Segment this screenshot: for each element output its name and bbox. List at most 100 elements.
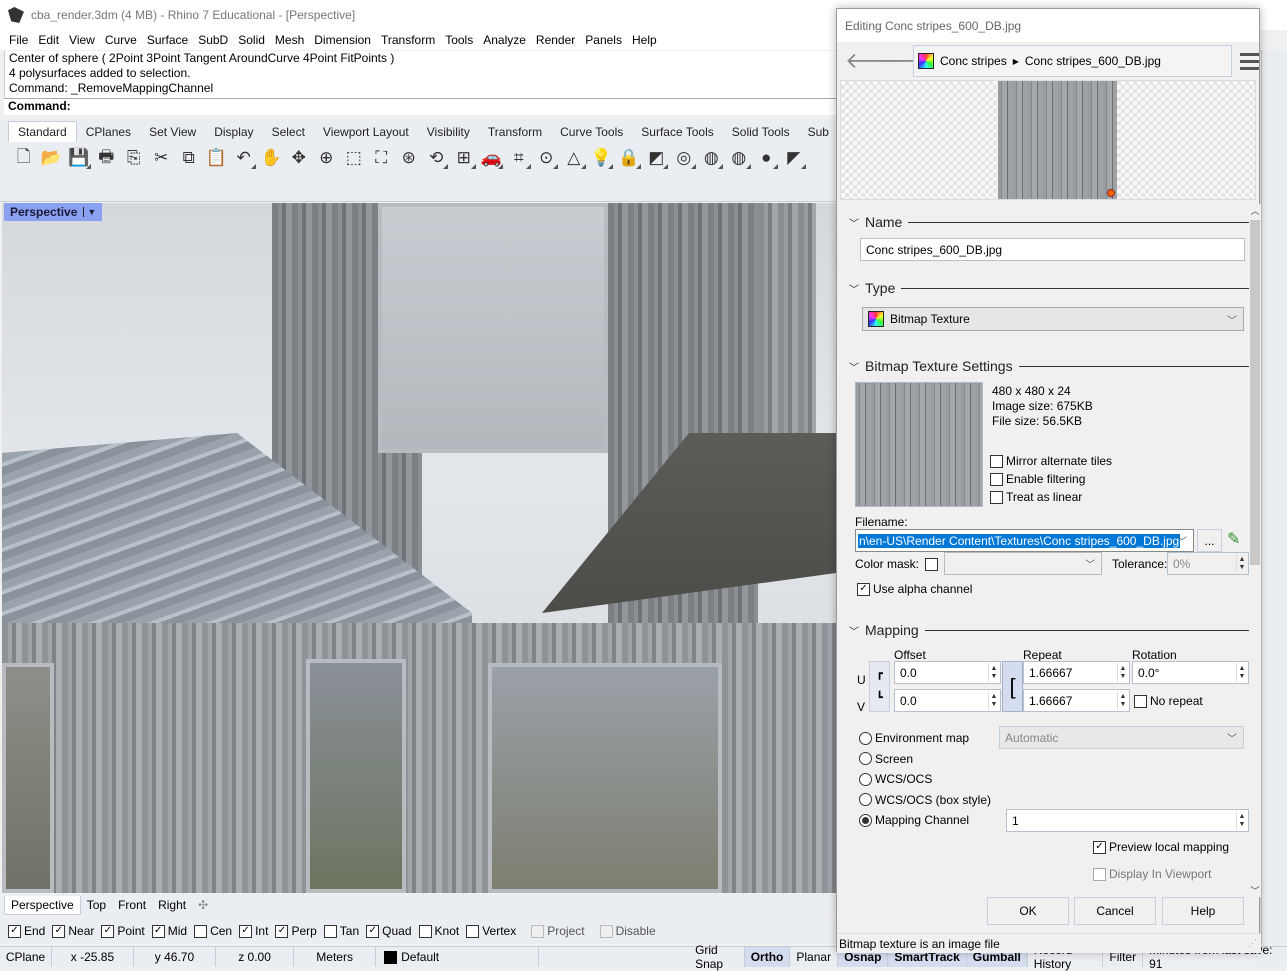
- type-select[interactable]: Bitmap Texture ﹀: [862, 307, 1244, 331]
- osnap-int[interactable]: ✓ Int: [239, 924, 268, 938]
- toolbar-tab-curve-tools[interactable]: Curve Tools: [551, 122, 632, 142]
- osnap-checkbox[interactable]: [599, 924, 613, 938]
- scroll-down-icon[interactable]: ﹀: [1249, 884, 1261, 897]
- projection-mapping-channel[interactable]: Mapping Channel: [859, 813, 969, 827]
- breadcrumb-parent[interactable]: Conc stripes: [940, 54, 1007, 68]
- filename-field[interactable]: n\en-US\Render Content\Textures\Conc str…: [855, 529, 1194, 552]
- scrollbar-thumb[interactable]: [1250, 220, 1260, 565]
- undo-icon[interactable]: ↶: [230, 145, 258, 171]
- projection-wcs-ocs-box-style-[interactable]: WCS/OCS (box style): [859, 793, 991, 807]
- render-icon[interactable]: ◤: [780, 145, 808, 171]
- option-checkbox[interactable]: [990, 472, 1003, 486]
- toolbar-tab-sub[interactable]: Sub: [799, 122, 838, 142]
- ok-button[interactable]: OK: [987, 897, 1069, 925]
- bitmap-thumbnail[interactable]: [855, 382, 983, 507]
- forward-arrow-icon[interactable]: 🡒: [879, 48, 938, 74]
- osnap-checkbox[interactable]: [466, 924, 480, 938]
- rotate-view-icon[interactable]: ✥: [285, 145, 313, 171]
- snap-point-icon[interactable]: ⊙: [533, 145, 561, 171]
- new-file-icon[interactable]: 🗋: [10, 145, 38, 171]
- menu-help[interactable]: Help: [627, 33, 662, 47]
- menu-subd[interactable]: SubD: [193, 33, 233, 47]
- zoom-extents-icon[interactable]: ⛶: [368, 145, 396, 171]
- projection-radio[interactable]: [859, 793, 872, 806]
- projection-radio[interactable]: [859, 813, 872, 827]
- open-folder-icon[interactable]: 📂: [38, 145, 66, 171]
- option-mirror-alternate-tiles[interactable]: Mirror alternate tiles: [990, 454, 1112, 468]
- preview-options-icon[interactable]: [1107, 189, 1115, 197]
- osnap-checkbox[interactable]: ✓: [239, 924, 253, 938]
- add-viewport-tab-icon[interactable]: ✣: [192, 896, 214, 914]
- save-icon[interactable]: 💾: [65, 145, 93, 171]
- perspective-viewport[interactable]: [2, 203, 836, 893]
- toggle-grid-snap[interactable]: Grid Snap: [689, 943, 745, 971]
- toolbar-tab-cplanes[interactable]: CPlanes: [77, 122, 140, 142]
- osnap-checkbox[interactable]: ✓: [151, 924, 165, 938]
- tolerance-field[interactable]: 0% ▲ ▼: [1167, 552, 1249, 575]
- toolbar-tab-set-view[interactable]: Set View: [140, 122, 205, 142]
- section-mapping-header[interactable]: ﹀ Mapping: [849, 622, 1249, 638]
- offset-v-field[interactable]: 0.0 ▲ ▼: [894, 689, 1001, 712]
- toolbar-tab-viewport-layout[interactable]: Viewport Layout: [314, 122, 418, 142]
- osnap-checkbox[interactable]: [323, 924, 337, 938]
- color-mask-checkbox[interactable]: [925, 557, 939, 571]
- zoom-window-icon[interactable]: ⬚: [340, 145, 368, 171]
- projection-wcs-ocs[interactable]: WCS/OCS: [859, 772, 932, 786]
- repeat-v-field[interactable]: 1.66667 ▲ ▼: [1023, 689, 1130, 712]
- resize-grip-icon[interactable]: ⋰: [1248, 938, 1257, 949]
- menu-edit[interactable]: Edit: [33, 33, 64, 47]
- menu-view[interactable]: View: [64, 33, 100, 47]
- print-icon[interactable]: 🖶: [93, 145, 121, 171]
- projection-radio[interactable]: [859, 752, 872, 765]
- osnap-perp[interactable]: ✓ Perp: [275, 924, 317, 938]
- osnap-checkbox[interactable]: [194, 924, 208, 938]
- units-indicator[interactable]: Meters: [294, 947, 377, 967]
- osnap-checkbox[interactable]: ✓: [101, 924, 115, 938]
- menu-tools[interactable]: Tools: [440, 33, 478, 47]
- no-repeat-row[interactable]: No repeat: [1134, 694, 1203, 708]
- copy-icon[interactable]: ⧉: [175, 145, 203, 171]
- cplane-indicator[interactable]: CPlane: [0, 947, 52, 967]
- menu-transform[interactable]: Transform: [376, 33, 440, 47]
- four-viewports-icon[interactable]: ⊞: [450, 145, 478, 171]
- section-name-header[interactable]: ﹀ Name: [849, 214, 1249, 230]
- object-properties-icon[interactable]: △: [560, 145, 588, 171]
- toolbar-tab-surface-tools[interactable]: Surface Tools: [632, 122, 723, 142]
- toolbar-tab-select[interactable]: Select: [263, 122, 314, 142]
- use-alpha-checkbox[interactable]: ✓: [857, 582, 870, 596]
- toolbar-tab-standard[interactable]: Standard: [8, 121, 77, 142]
- menu-analyze[interactable]: Analyze: [478, 33, 531, 47]
- menu-mesh[interactable]: Mesh: [270, 33, 309, 47]
- no-repeat-checkbox[interactable]: [1134, 694, 1147, 708]
- menu-render[interactable]: Render: [531, 33, 580, 47]
- cut-icon[interactable]: ✂: [148, 145, 176, 171]
- osnap-vertex[interactable]: Vertex: [466, 924, 516, 938]
- toolbar-tab-transform[interactable]: Transform: [479, 122, 551, 142]
- spinner-icon[interactable]: ▲ ▼: [988, 691, 999, 710]
- toggle-ortho[interactable]: Ortho: [744, 947, 791, 967]
- osnap-end[interactable]: ✓ End: [8, 924, 45, 938]
- lock-icon[interactable]: 🔒: [615, 145, 643, 171]
- back-arrow-icon[interactable]: 🡐: [845, 48, 904, 74]
- undo-view-icon[interactable]: ⟲: [423, 145, 451, 171]
- toggle-planar[interactable]: Planar: [790, 947, 839, 967]
- osnap-quad[interactable]: ✓ Quad: [366, 924, 412, 938]
- chevron-down-icon[interactable]: ﹀: [1177, 533, 1187, 548]
- display-in-viewport-checkbox[interactable]: [1093, 867, 1106, 881]
- osnap-checkbox[interactable]: ✓: [366, 924, 380, 938]
- repeat-u-field[interactable]: 1.66667 ▲ ▼: [1023, 661, 1130, 684]
- offset-lock-toggle[interactable]: ┏ ┗: [869, 661, 890, 712]
- dialog-scrollbar[interactable]: ︿ ﹀: [1249, 204, 1261, 897]
- material-icon[interactable]: ◩: [643, 145, 671, 171]
- toolbar-tab-solid-tools[interactable]: Solid Tools: [723, 122, 799, 142]
- preview-local-row[interactable]: ✓ Preview local mapping: [1093, 840, 1229, 854]
- cancel-button[interactable]: Cancel: [1074, 897, 1156, 925]
- cplane-icon[interactable]: ⌗: [505, 145, 533, 171]
- shaded-sphere-icon[interactable]: ◍: [698, 145, 726, 171]
- osnap-checkbox[interactable]: [531, 924, 545, 938]
- osnap-checkbox[interactable]: [418, 924, 432, 938]
- color-wheel-icon[interactable]: ◎: [670, 145, 698, 171]
- toolbar-tab-visibility[interactable]: Visibility: [418, 122, 479, 142]
- menu-surface[interactable]: Surface: [142, 33, 193, 47]
- spinner-icon[interactable]: ▲ ▼: [1117, 691, 1128, 710]
